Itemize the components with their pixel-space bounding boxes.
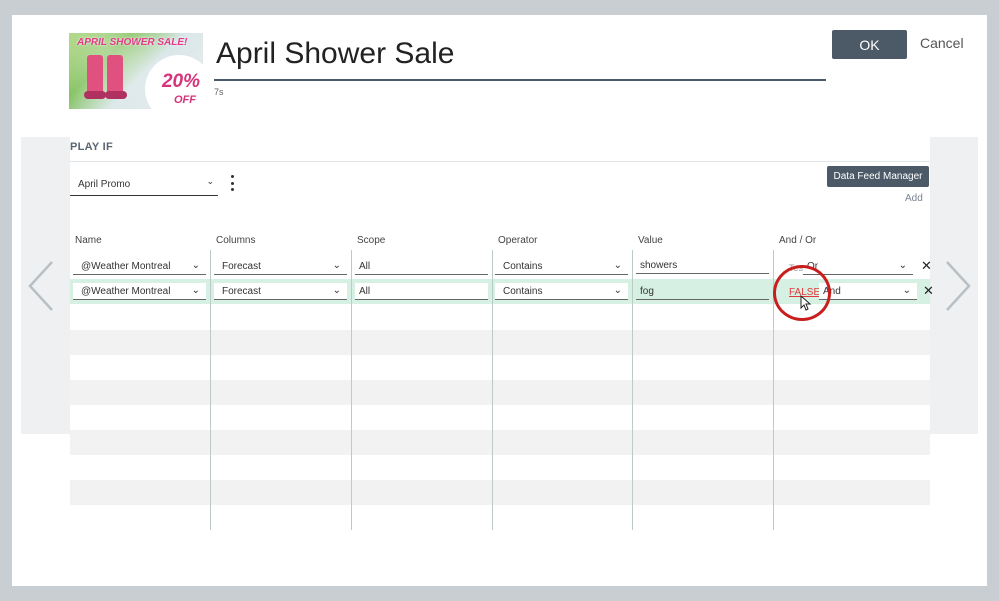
and-or-select[interactable]: And ⌄	[819, 283, 917, 300]
value-input[interactable]: fog	[636, 283, 769, 300]
chevron-down-icon: ⌄	[332, 260, 341, 271]
thumbnail-banner-text: APRIL SHOWER SALE!	[77, 37, 188, 48]
column-header: And / Or	[779, 235, 817, 246]
chevron-down-icon: ⌄	[206, 176, 214, 186]
chevron-down-icon: ⌄	[902, 285, 911, 296]
table-row	[70, 380, 930, 405]
chevron-right-icon	[946, 260, 971, 311]
title-field[interactable]: April Shower Sale	[214, 33, 826, 81]
ok-button[interactable]: OK	[832, 30, 907, 59]
page-title[interactable]: April Shower Sale	[214, 33, 826, 75]
table-row	[70, 480, 930, 505]
operator-select[interactable]: Contains ⌄	[495, 283, 628, 300]
promo-select-value: April Promo	[78, 179, 131, 190]
chevron-down-icon: ⌄	[191, 285, 200, 296]
name-select[interactable]: @Weather Montreal ⌄	[73, 283, 206, 300]
column-select[interactable]: Forecast ⌄	[214, 258, 347, 275]
close-icon[interactable]: ✕	[921, 258, 932, 274]
column-header: Name	[75, 235, 102, 246]
operator-select[interactable]: Contains ⌄	[495, 258, 628, 275]
table-row	[70, 430, 930, 455]
discount-percent: 20%	[161, 71, 200, 92]
column-select[interactable]: Forecast ⌄	[214, 283, 347, 300]
value-input[interactable]: showers	[636, 257, 769, 274]
play-if-section: PLAY IF April Promo ⌄ Data Feed Manager …	[70, 137, 934, 530]
more-options-icon[interactable]	[228, 175, 236, 191]
chevron-left-icon	[28, 260, 53, 311]
column-header: Operator	[498, 235, 538, 246]
scope-field[interactable]: All	[355, 258, 488, 275]
promo-select[interactable]: April Promo ⌄	[70, 171, 218, 196]
cancel-button[interactable]: Cancel	[920, 35, 964, 51]
chevron-down-icon: ⌄	[191, 260, 200, 271]
creative-thumbnail: APRIL SHOWER SALE! 20% OFF	[69, 33, 203, 109]
add-link[interactable]: Add	[905, 193, 923, 204]
column-header: Value	[638, 235, 663, 246]
annotation-circle	[773, 265, 831, 321]
column-header: Scope	[357, 235, 386, 246]
table-row	[70, 330, 930, 355]
close-icon[interactable]: ✕	[923, 283, 934, 299]
pointer-cursor-icon	[800, 295, 812, 311]
name-select[interactable]: @Weather Montreal ⌄	[73, 258, 206, 275]
boot-image	[107, 55, 123, 93]
next-arrow-button[interactable]	[938, 137, 978, 434]
section-title: PLAY IF	[70, 141, 114, 153]
discount-off: OFF	[174, 94, 196, 106]
boot-image	[87, 55, 103, 93]
column-header: Columns	[216, 235, 256, 246]
chevron-down-icon: ⌄	[332, 285, 341, 296]
chevron-down-icon: ⌄	[613, 285, 622, 296]
duration-label: 7s	[214, 87, 224, 97]
prev-arrow-button[interactable]	[21, 137, 61, 434]
scope-field[interactable]: All	[355, 283, 488, 300]
table-header: Name Columns Scope Operator Value And / …	[70, 235, 930, 249]
modal-dialog: APRIL SHOWER SALE! 20% OFF April Shower …	[12, 15, 987, 586]
chevron-down-icon: ⌄	[613, 260, 622, 271]
data-feed-manager-button[interactable]: Data Feed Manager	[827, 166, 929, 187]
chevron-down-icon: ⌄	[898, 260, 907, 271]
